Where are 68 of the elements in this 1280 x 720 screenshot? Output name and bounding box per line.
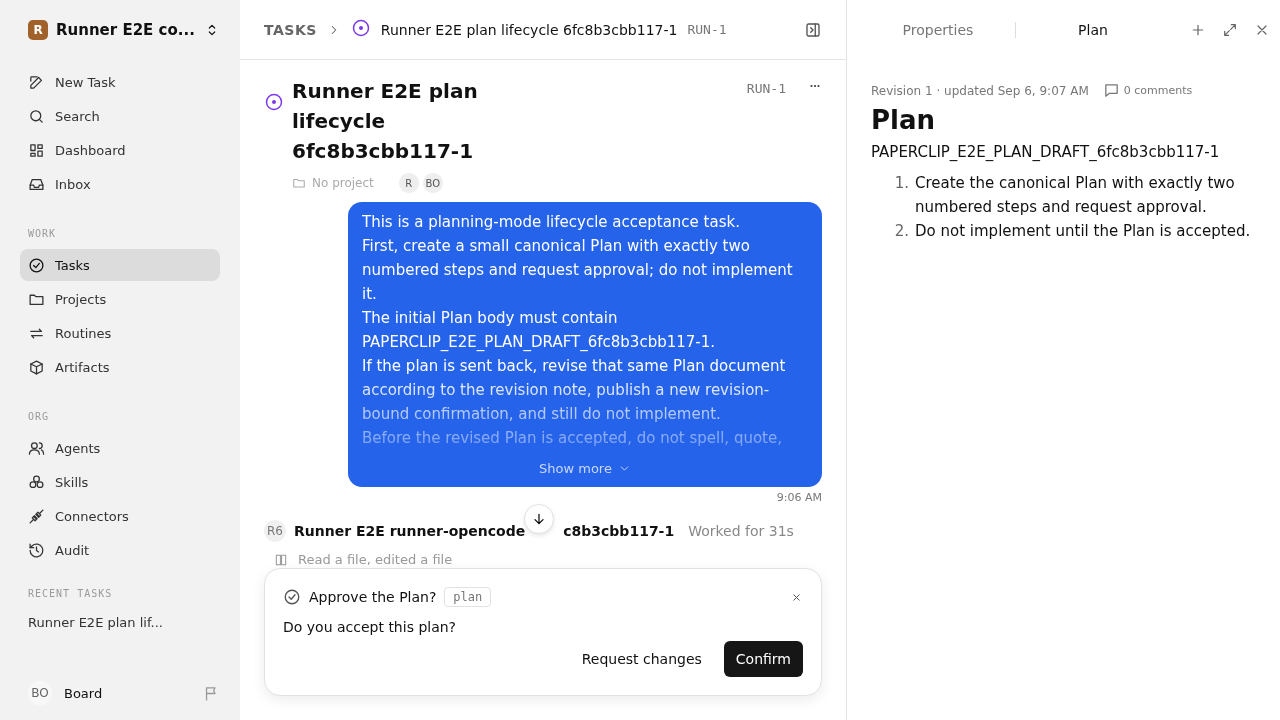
sidebar-item[interactable]: Inbox bbox=[20, 168, 220, 200]
search-icon bbox=[28, 107, 45, 125]
sidebar-item[interactable]: Dashboard bbox=[20, 134, 220, 166]
check-circle-icon bbox=[28, 256, 45, 274]
agent-name: Runner E2E runner-opencode bbox=[294, 523, 526, 539]
comment-icon bbox=[1102, 82, 1120, 99]
folder-icon bbox=[292, 176, 306, 190]
scroll-down-button[interactable] bbox=[524, 504, 554, 534]
plan-title: Plan bbox=[871, 105, 937, 135]
plus-icon bbox=[1190, 22, 1206, 38]
user-avatar[interactable]: BO bbox=[28, 681, 52, 705]
recent-task-link[interactable]: Runner E2E plan lif... bbox=[20, 609, 220, 636]
task-id: RUN-1 bbox=[687, 22, 727, 37]
sidebar-item[interactable]: Routines bbox=[20, 317, 220, 349]
plan-code: PAPERCLIP_E2E_PLAN_DRAFT_6fc8b3cbb117-1 bbox=[871, 143, 1221, 161]
status-icon bbox=[264, 92, 284, 112]
assignee-avatar[interactable]: BO bbox=[421, 172, 444, 194]
cubes-icon bbox=[28, 473, 45, 491]
dashboard-icon bbox=[28, 141, 45, 159]
panel-tab[interactable]: Plan bbox=[1016, 15, 1170, 45]
agent-avatar: R6 bbox=[264, 520, 286, 542]
task-id: RUN-1 bbox=[746, 81, 786, 96]
sidebar-item[interactable]: Agents bbox=[20, 432, 220, 464]
sidebar-item[interactable]: Projects bbox=[20, 283, 220, 315]
run-status: Worked for 31s bbox=[688, 523, 794, 539]
user-name[interactable]: Board bbox=[64, 685, 191, 701]
approval-question: Do you accept this plan? bbox=[283, 619, 458, 635]
section-heading: ORG bbox=[27, 410, 51, 424]
breadcrumb-title: Runner E2E plan lifecycle 6fc8b3cbb117-1 bbox=[380, 21, 678, 38]
panel-toggle-icon bbox=[804, 20, 822, 39]
comments-link[interactable]: 0 comments bbox=[1102, 82, 1193, 99]
section-heading: RECENT TASKS bbox=[27, 587, 114, 601]
workspace-name[interactable]: Runner E2E co... bbox=[56, 21, 196, 39]
message-text: This is a planning-mode lifecycle acceptance task. First, create a small canonical Plan with exactly two numbered steps and request approval; do not implement it. The initial Plan body must contain PAPERCLIP_E2E_PLAN_DRAFT_6fc8b3cbb117-1. If the plan is sent back, revise that same Plan document according to the revision note, publish a new revision-bound confirmation, and still do not implement. Before the revised Plan is accepted, do not spell, quote, bbox=[362, 212, 794, 449]
plug-icon bbox=[28, 507, 45, 525]
section-heading: WORK bbox=[27, 227, 58, 241]
plan-step: Create the canonical Plan with exactly two numbered steps and request approval. bbox=[915, 171, 1256, 219]
users-icon bbox=[28, 439, 45, 457]
approval-title: Approve the Plan? bbox=[309, 589, 437, 605]
sidebar-item[interactable]: Connectors bbox=[20, 500, 220, 532]
workspace-logo[interactable]: R bbox=[28, 20, 48, 40]
status-icon bbox=[350, 18, 371, 38]
revision-info: Revision 1 · updated Sep 6, 9:07 AM bbox=[871, 83, 1089, 98]
sidebar-item[interactable]: Search bbox=[20, 100, 220, 132]
box-icon bbox=[28, 358, 45, 376]
show-more-button[interactable]: Show more bbox=[533, 460, 637, 477]
message-time: 9:06 AM bbox=[776, 491, 822, 504]
expand-icon bbox=[1222, 22, 1238, 38]
arrow-down-icon bbox=[531, 511, 547, 527]
sidebar-item[interactable]: Skills bbox=[20, 466, 220, 498]
plan-tag: plan bbox=[444, 587, 492, 607]
edit-icon bbox=[28, 73, 45, 91]
sidebar-item[interactable]: Audit bbox=[20, 534, 220, 566]
step-number: 2. bbox=[893, 221, 909, 242]
panel-tab[interactable]: Properties bbox=[861, 15, 1015, 45]
sidebar-item[interactable]: New Task bbox=[20, 66, 220, 98]
step-number: 1. bbox=[893, 173, 909, 194]
task-title: Runner E2E plan lifecycle 6fc8b3cbb117-1 bbox=[292, 78, 479, 165]
sidebar-item[interactable]: Artifacts bbox=[20, 351, 220, 383]
check-circle-icon bbox=[283, 588, 301, 606]
file-icon bbox=[274, 552, 288, 567]
plan-step: Do not implement until the Plan is accepted. bbox=[915, 219, 1251, 243]
sidebar-item[interactable]: Tasks bbox=[20, 249, 220, 281]
history-icon bbox=[28, 541, 45, 559]
agent-name: c8b3cbb117-1 bbox=[563, 523, 675, 539]
assignee-avatar[interactable]: R bbox=[397, 172, 420, 194]
confirm-button[interactable]: Confirm bbox=[723, 641, 803, 677]
breadcrumb-link[interactable]: TASKS bbox=[264, 21, 317, 38]
